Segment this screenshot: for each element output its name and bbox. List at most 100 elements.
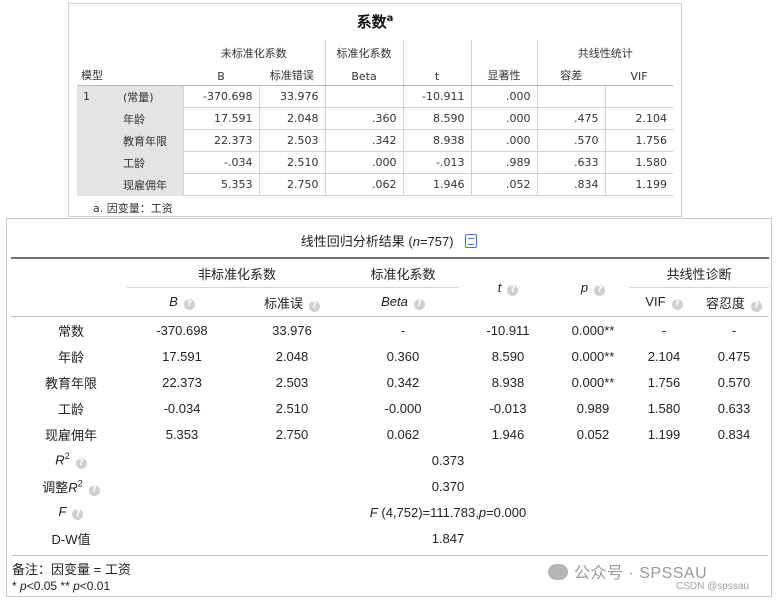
help-icon[interactable]: ? — [413, 299, 425, 310]
spss-cell: 2.104 — [604, 107, 673, 130]
spss-coefficients-table: 未标准化系数 标准化系数 共线性统计 模型 B 标准错误 Beta t 显著性 … — [77, 40, 673, 196]
table-row: 现雇佣年 5.353 2.750 0.062 1.946 0.052 1.199… — [11, 421, 769, 447]
dw-value: 1.847 — [431, 530, 465, 546]
help-icon[interactable]: ? — [75, 457, 87, 469]
spss-cell: 2.510 — [258, 151, 325, 174]
spss-header-vif: VIF — [605, 61, 673, 86]
spss-cell: 5.353 — [182, 173, 259, 196]
table-cell: - — [661, 322, 667, 338]
spss-header-unstd: 未标准化系数 — [220, 47, 287, 60]
table-cell: 0.342 — [386, 374, 420, 390]
table-cell: 2.510 — [275, 400, 309, 416]
dw-label: D-W值 — [51, 531, 91, 547]
results-header-tol: 容忍度? — [699, 287, 769, 317]
spss-cell: 17.591 — [182, 107, 259, 130]
spss-cell: -.034 — [182, 151, 259, 174]
table-row: 常数 -370.698 33.976 - -10.911 0.000** - - — [11, 317, 769, 344]
table-cell: 17.591 — [162, 348, 202, 364]
spss-row-label: 年龄 — [117, 107, 183, 130]
results-header-p: p? — [557, 257, 629, 317]
significance-legend: * p<0.05 ** p<0.01 — [12, 579, 111, 593]
f-value: F (4,752)=111.783,p=0.000 — [369, 504, 527, 520]
help-icon[interactable]: ? — [751, 300, 762, 312]
spss-table-row: 1 (常量) -370.698 33.976 -10.911 .000 — [77, 85, 673, 108]
spss-cell: 1.199 — [604, 173, 673, 196]
results-header-t: t? — [459, 257, 557, 317]
table-cell: 0.834 — [717, 426, 751, 442]
spss-row-label: 教育年限 — [117, 129, 183, 152]
regression-results-panel: 线性回归分析结果 (n=757) 非标准化系数 标准化系数 t? p? 共线性诊… — [6, 218, 772, 597]
table-cell: 8.938 — [491, 374, 525, 390]
spss-cell: 2.048 — [258, 107, 325, 130]
copy-document-icon[interactable] — [465, 234, 478, 248]
spss-cell — [324, 85, 403, 108]
table-row: 教育年限 22.373 2.503 0.342 8.938 0.000** 1.… — [11, 369, 769, 395]
spss-cell: .000 — [470, 85, 537, 108]
spss-table-row: 工龄 -.034 2.510 .000 -.013 .989 .633 1.58… — [77, 151, 673, 174]
results-header-unstd: 非标准化系数 — [127, 257, 347, 288]
table-cell: 2.750 — [275, 426, 309, 442]
table-cell: 0.989 — [576, 400, 610, 416]
spss-row-label: 现雇佣年 — [117, 173, 183, 196]
summary-row-adj-r2: 调整R2? 0.370 — [11, 473, 769, 499]
help-icon[interactable]: ? — [72, 509, 84, 520]
spss-cell: .052 — [470, 173, 537, 196]
results-header-std: 标准化系数 — [347, 257, 459, 288]
spss-table-row: 年龄 17.591 2.048 .360 8.590 .000 .475 2.1… — [77, 107, 673, 130]
table-cell: -10.911 — [486, 322, 530, 338]
spss-footnote: a. 因变量：工资 — [93, 202, 173, 215]
table-cell: -0.000 — [384, 400, 422, 416]
wechat-icon — [548, 564, 568, 580]
spss-header-beta: Beta — [324, 61, 403, 86]
spss-cell: .360 — [324, 107, 403, 130]
table-cell: 2.503 — [275, 374, 309, 390]
spss-cell: 33.976 — [258, 85, 325, 108]
table-cell: 22.373 — [162, 374, 202, 390]
spss-cell: -10.911 — [402, 85, 471, 108]
table-cell: 2.104 — [647, 348, 681, 364]
table-cell: 0.000** — [571, 374, 615, 390]
spss-cell: 2.503 — [258, 129, 325, 152]
spss-cell: .989 — [470, 151, 537, 174]
spss-cell: 22.373 — [182, 129, 259, 152]
row-label: 教育年限 — [44, 375, 97, 391]
table-cell: 0.000** — [571, 348, 615, 364]
table-cell: 0.360 — [386, 348, 420, 364]
spss-cell: -370.698 — [182, 85, 259, 108]
f-label: F? — [11, 499, 127, 525]
results-header-se: 标准误? — [237, 287, 347, 317]
spss-row-label: 工龄 — [117, 151, 183, 174]
help-icon[interactable]: ? — [183, 299, 195, 310]
row-label: 工龄 — [57, 401, 84, 417]
spss-cell — [536, 85, 605, 108]
help-icon[interactable]: ? — [309, 300, 320, 312]
results-header-colin: 共线性诊断 — [629, 257, 769, 288]
spss-table-row: 现雇佣年 5.353 2.750 .062 1.946 .052 .834 1.… — [77, 173, 673, 196]
help-icon[interactable]: ? — [671, 299, 683, 310]
results-table: 非标准化系数 标准化系数 t? p? 共线性诊断 B? 标准误? Beta? V… — [11, 257, 769, 551]
spss-cell — [604, 85, 673, 108]
help-icon[interactable]: ? — [594, 284, 606, 296]
spss-cell: .000 — [470, 129, 537, 152]
spss-cell: .570 — [536, 129, 605, 152]
table-cell: 0.475 — [717, 348, 751, 364]
watermark-sub: CSDN @spssau — [676, 581, 749, 592]
spss-header-model: 模型 — [77, 61, 183, 86]
summary-row-f: F? F (4,752)=111.783,p=0.000 — [11, 499, 769, 525]
table-cell: 0.570 — [717, 374, 751, 390]
help-icon[interactable]: ? — [507, 284, 519, 296]
spss-cell: .633 — [536, 151, 605, 174]
table-cell: 2.048 — [275, 348, 309, 364]
table-cell: 0.000** — [571, 322, 615, 338]
spss-cell: .342 — [324, 129, 403, 152]
table-cell: 1.756 — [647, 374, 681, 390]
spss-cell: .062 — [324, 173, 403, 196]
results-header-vif: VIF? — [629, 287, 699, 317]
r2-value: 0.373 — [431, 452, 465, 468]
results-header-b: B? — [127, 287, 237, 317]
table-cell: -0.013 — [489, 400, 527, 416]
spss-cell: 8.590 — [402, 107, 471, 130]
adj-r2-label: 调整R2? — [11, 473, 127, 499]
help-icon[interactable]: ? — [88, 484, 100, 496]
results-header-beta: Beta? — [347, 287, 459, 317]
